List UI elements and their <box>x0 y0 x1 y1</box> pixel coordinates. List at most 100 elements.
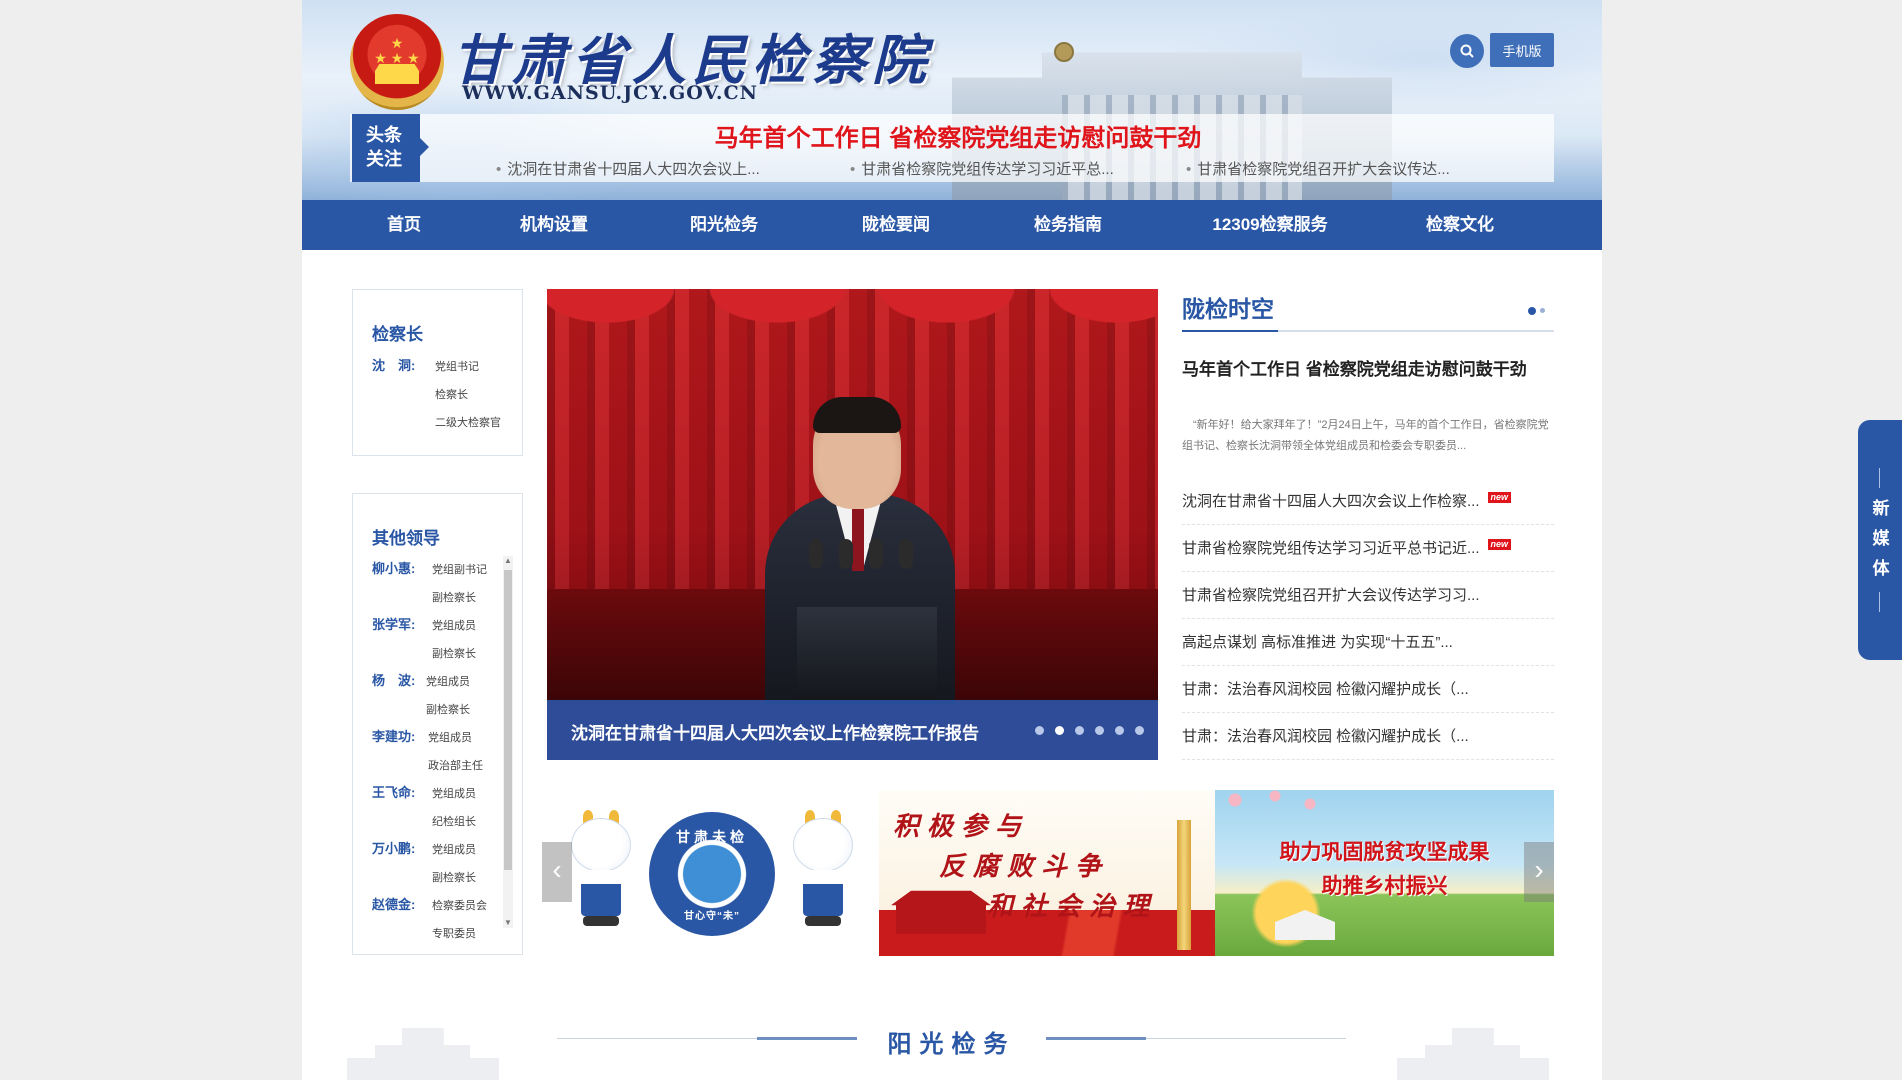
carousel-dot[interactable] <box>1075 726 1084 735</box>
news-list-item[interactable]: 甘肃：法治春风润校园 检徽闪耀护成长（... <box>1182 713 1554 760</box>
news-list-item[interactable]: 高起点谋划 高标准推进 为实现“十五五”... <box>1182 619 1554 666</box>
news-title-underline <box>1182 330 1554 332</box>
leader-role: 党组成员 <box>432 620 476 632</box>
nav-item-organization[interactable]: 机构设置 <box>492 200 616 250</box>
pagoda-watermark <box>332 1006 522 1080</box>
other-leaders-panel: 其他领导 柳小惠: 党组副书记 副检察长 张学军: 党组成员 副检察长 杨 波:… <box>352 493 523 955</box>
leader-name[interactable]: 赵德金: <box>372 894 415 913</box>
microphone-icon <box>809 539 823 569</box>
news-section-title[interactable]: 陇检时空 <box>1182 290 1274 324</box>
banner-text-line: 助力巩固脱贫攻坚成果 <box>1279 841 1490 864</box>
news-list-item[interactable]: 沈洞在甘肃省十四届人大四次会议上作检察... new <box>1182 478 1554 525</box>
carousel-dot[interactable] <box>1035 726 1044 735</box>
chevron-left-icon[interactable]: ‹ <box>542 842 572 902</box>
emblem-stars: ★ ★ ★ ★ <box>374 35 420 66</box>
scroll-up-icon[interactable]: ▲ <box>504 556 512 566</box>
leader-name[interactable]: 万小鹏: <box>372 838 415 857</box>
site-url: WWW.GANSU.JCY.GOV.CN <box>462 82 758 104</box>
scrollbar-thumb[interactable] <box>504 570 512 870</box>
banner-calligraphy-line: 反腐败斗争 <box>939 852 1110 882</box>
carousel-dot-active[interactable] <box>1055 726 1064 735</box>
news-carousel[interactable]: 沈洞在甘肃省十四届人大四次会议上作检察院工作报告 <box>547 289 1158 760</box>
leader-name[interactable]: 杨 波: <box>372 670 415 689</box>
nav-item-news[interactable]: 陇检要闻 <box>834 200 958 250</box>
leader-role: 副检察长 <box>432 872 476 884</box>
tiananmen-gate <box>891 890 991 934</box>
section-title-sunshine: 阳光检务 <box>887 1031 1016 1058</box>
leader-role: 纪检组长 <box>432 816 476 828</box>
featured-news-title[interactable]: 马年首个工作日 省检察院党组走访慰问鼓干劲 <box>1182 355 1527 380</box>
leader-name[interactable]: 张学军: <box>372 614 415 633</box>
new-media-tab[interactable]: 新 媒 体 <box>1858 420 1902 660</box>
emblem-gate <box>375 64 419 84</box>
leaders-scrollbar[interactable]: ▲ ▼ <box>503 556 513 928</box>
leader-role: 检察委员会 <box>432 900 487 912</box>
scroll-down-icon[interactable]: ▼ <box>504 918 512 928</box>
speaker-hair <box>813 397 901 433</box>
news-item-text: 甘肃：法治春风润校园 检徽闪耀护成长（... <box>1182 681 1469 698</box>
juvenile-procuratorate-banner[interactable]: 甘肃未检 甘心守“未” <box>547 790 877 956</box>
mobile-version-button[interactable]: 手机版 <box>1490 33 1554 67</box>
nav-item-sunshine-affairs[interactable]: 阳光检务 <box>662 200 786 250</box>
news-pager-dot[interactable] <box>1540 308 1545 313</box>
headline-sub-link[interactable]: 甘肃省检察院党组召开扩大会议传达... <box>1186 158 1450 179</box>
nav-item-home[interactable]: 首页 <box>352 200 456 250</box>
leader-name[interactable]: 王飞命: <box>372 782 415 801</box>
carousel-photo-drape <box>547 289 1158 347</box>
leader-name[interactable]: 柳小惠: <box>372 558 415 577</box>
plum-blossom <box>1215 790 1335 820</box>
new-media-char: 媒 <box>1872 529 1890 548</box>
tab-divider <box>1879 468 1880 488</box>
headline-link[interactable]: 马年首个工作日 省检察院党组走访慰问鼓干劲 <box>458 118 1458 153</box>
chief-role: 党组书记 <box>435 361 479 373</box>
page: ★ ★ ★ ★ 甘肃省人民检察院 WWW.GANSU.JCY.GOV.CN 手机版… <box>302 0 1602 1080</box>
carousel-caption[interactable]: 沈洞在甘肃省十四届人大四次会议上作检察院工作报告 <box>571 719 979 744</box>
search-button[interactable] <box>1450 34 1484 68</box>
speaker-tie <box>852 509 864 571</box>
nav-item-guide[interactable]: 检务指南 <box>1006 200 1130 250</box>
pagoda-watermark <box>1382 1006 1572 1080</box>
tab-divider <box>1879 592 1880 612</box>
new-badge-icon: new <box>1487 492 1512 503</box>
news-list-item[interactable]: 甘肃省检察院党组传达学习习近平总书记近... new <box>1182 525 1554 572</box>
mascot-feet <box>583 916 619 926</box>
chief-panel-title: 检察长 <box>372 325 423 344</box>
news-item-text: 甘肃：法治春风润校园 检徽闪耀护成长（... <box>1182 728 1469 745</box>
section-divider-left <box>557 1037 857 1040</box>
site-title[interactable]: 甘肃省人民检察院 <box>452 16 932 92</box>
banner-calligraphy-line: 积极参与 <box>893 812 1030 842</box>
chevron-right-icon[interactable]: › <box>1524 842 1554 902</box>
main-nav: 首页 机构设置 阳光检务 陇检要闻 检务指南 12309检察服务 检察文化 <box>302 200 1602 250</box>
nav-item-culture[interactable]: 检察文化 <box>1398 200 1522 250</box>
carousel-dot[interactable] <box>1115 726 1124 735</box>
headline-sub-link[interactable]: 甘肃省检察院党组传达学习习近平总... <box>850 158 1114 179</box>
leader-name[interactable]: 李建功: <box>372 726 415 745</box>
other-leaders-title: 其他领导 <box>372 529 440 548</box>
leader-role: 党组副书记 <box>432 564 487 576</box>
carousel-dot[interactable] <box>1095 726 1104 735</box>
leader-role: 专职委员 <box>432 928 476 940</box>
new-media-char: 新 <box>1872 499 1890 518</box>
news-list-item[interactable]: 甘肃省检察院党组召开扩大会议传达学习习... <box>1182 572 1554 619</box>
microphone-icon <box>839 539 853 569</box>
featured-news-summary: “新年好！给大家拜年了！”2月24日上午，马年的首个工作日，省检察院党组书记、检… <box>1182 419 1549 452</box>
news-pager-dot-active[interactable] <box>1528 307 1536 315</box>
nav-item-12309-service[interactable]: 12309检察服务 <box>1180 200 1360 250</box>
headline-sub-link[interactable]: 沈洞在甘肃省十四届人大四次会议上... <box>496 158 760 179</box>
building-emblem <box>1054 42 1074 62</box>
leader-role: 副检察长 <box>426 704 470 716</box>
news-item-text: 甘肃省检察院党组召开扩大会议传达学习习... <box>1182 587 1480 604</box>
chief-role: 检察长 <box>435 389 468 401</box>
rural-revitalization-banner[interactable]: 助力巩固脱贫攻坚成果 助推乡村振兴 <box>1215 790 1554 956</box>
carousel-dot[interactable] <box>1135 726 1144 735</box>
juvenile-badge-logo: 甘肃未检 甘心守“未” <box>649 812 775 936</box>
badge-bottom-text: 甘心守“未” <box>684 911 740 922</box>
news-list-item[interactable]: 甘肃：法治春风润校园 检徽闪耀护成长（... <box>1182 666 1554 713</box>
new-media-label: 新 媒 体 <box>1871 494 1891 584</box>
speaker-podium <box>797 607 937 701</box>
chief-name[interactable]: 沈 洞: <box>372 355 415 374</box>
mascot-right <box>791 810 855 928</box>
microphone-icon <box>869 539 883 569</box>
anticorruption-banner[interactable]: 积极参与 反腐败斗争 和社会治理 <box>879 790 1215 956</box>
news-item-text: 甘肃省检察院党组传达学习习近平总书记近... <box>1182 540 1480 557</box>
